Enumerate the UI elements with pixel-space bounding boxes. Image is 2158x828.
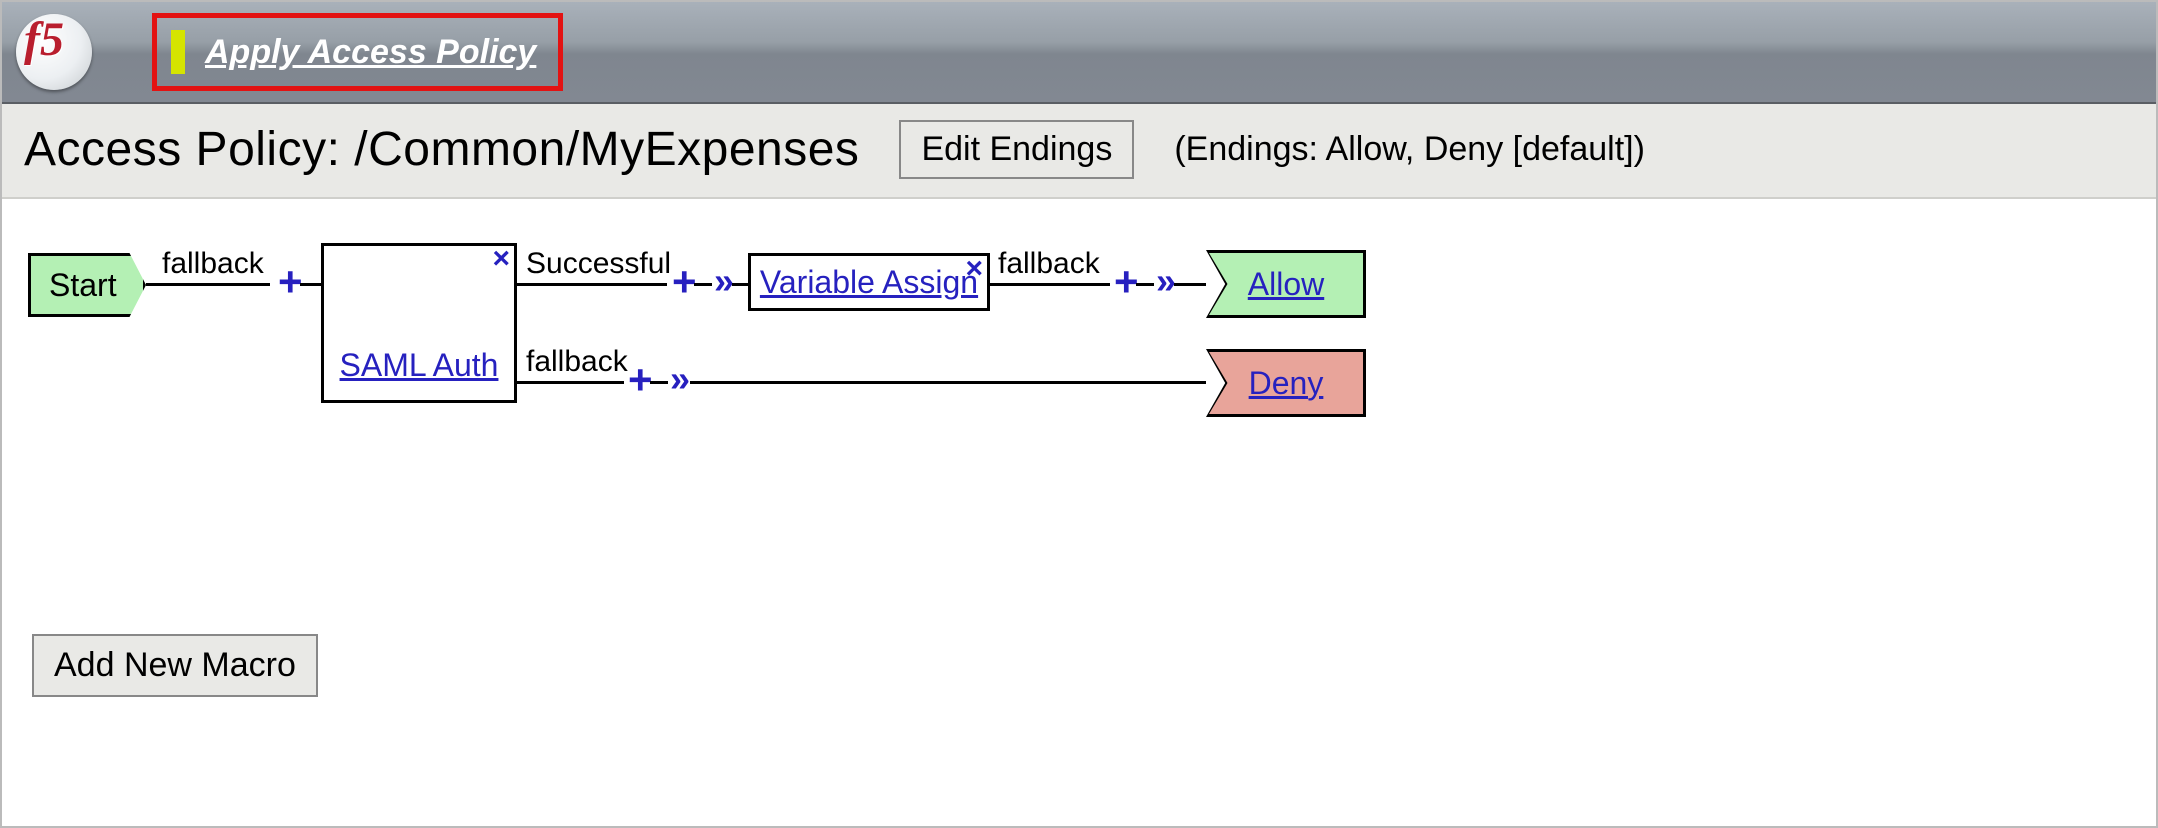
allow-ending[interactable]: Allow <box>1209 253 1363 315</box>
add-action-plus[interactable]: + <box>672 261 697 303</box>
policy-subheader: Access Policy: /Common/MyExpenses Edit E… <box>2 104 2156 199</box>
branch-label-saml-fallback: fallback <box>526 345 628 379</box>
branch-label-var-fallback: fallback <box>998 247 1100 281</box>
endings-summary: (Endings: Allow, Deny [default]) <box>1174 130 1645 169</box>
connector-line <box>517 283 667 286</box>
add-new-macro-button[interactable]: Add New Macro <box>32 634 318 697</box>
connector-line <box>1174 283 1206 286</box>
policy-flow-canvas: Start fallback + × SAML Auth Successful … <box>2 199 2156 719</box>
f5-logo-icon <box>16 14 92 90</box>
start-label: Start <box>49 267 117 304</box>
apply-access-policy-link[interactable]: Apply Access Policy <box>205 33 536 72</box>
policy-title: Access Policy: /Common/MyExpenses <box>24 122 859 177</box>
flow-arrow-icon <box>1156 263 1176 299</box>
delete-node-icon[interactable]: × <box>492 242 510 276</box>
flow-arrow-icon <box>670 361 690 397</box>
connector-line <box>694 283 712 286</box>
connector-line <box>990 283 1110 286</box>
unsaved-flag-icon <box>171 30 185 74</box>
saml-auth-node[interactable]: × SAML Auth <box>321 243 517 403</box>
connector-line <box>732 283 748 286</box>
deny-ending[interactable]: Deny <box>1209 352 1363 414</box>
variable-assign-label[interactable]: Variable Assign <box>760 264 978 301</box>
branch-label-start-fallback: fallback <box>162 247 264 281</box>
connector-line <box>517 381 624 384</box>
connector-line <box>690 381 1206 384</box>
allow-ending-label[interactable]: Allow <box>1248 266 1324 303</box>
flow-arrow-icon <box>714 263 734 299</box>
variable-assign-node[interactable]: × Variable Assign <box>748 253 990 311</box>
branch-label-successful: Successful <box>526 247 671 281</box>
connector-line <box>1136 283 1154 286</box>
add-action-plus[interactable]: + <box>1114 261 1139 303</box>
apply-access-policy-highlight: Apply Access Policy <box>152 13 563 91</box>
connector-line <box>650 381 668 384</box>
app-header: Apply Access Policy <box>2 2 2156 104</box>
add-action-plus[interactable]: + <box>628 359 653 401</box>
start-node[interactable]: Start <box>28 253 146 317</box>
deny-ending-label[interactable]: Deny <box>1249 365 1324 402</box>
connector-line <box>146 283 270 286</box>
delete-node-icon[interactable]: × <box>965 252 983 286</box>
edit-endings-button[interactable]: Edit Endings <box>899 120 1134 179</box>
saml-auth-label[interactable]: SAML Auth <box>340 347 499 384</box>
add-action-plus[interactable]: + <box>278 261 303 303</box>
connector-line <box>300 283 322 286</box>
